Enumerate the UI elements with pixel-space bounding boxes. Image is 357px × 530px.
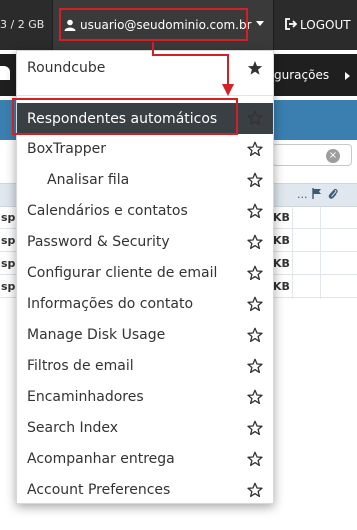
column-options-dots[interactable]: ... — [297, 188, 308, 201]
user-silhouette-icon — [0, 66, 10, 80]
settings-link[interactable]: gurações — [274, 54, 329, 96]
user-menu-highlight-box — [59, 8, 248, 41]
menu-item-track-delivery[interactable]: Acompanhar entrega — [17, 443, 273, 474]
clear-search-icon[interactable]: × — [326, 149, 340, 163]
star-outline-icon[interactable] — [247, 296, 263, 312]
menu-item-email-filters[interactable]: Filtros de email — [17, 350, 273, 381]
menu-item-email-client-config[interactable]: Configurar cliente de email — [17, 257, 273, 288]
logout-button[interactable]: LOGOUT — [275, 0, 357, 50]
star-outline-icon[interactable] — [247, 234, 263, 250]
menu-item-calendars-contacts[interactable]: Calendários e contatos — [17, 195, 273, 226]
menu-item-search-index[interactable]: Search Index — [17, 412, 273, 443]
star-outline-icon[interactable] — [247, 203, 263, 219]
star-outline-icon[interactable] — [247, 451, 263, 467]
logout-label: LOGOUT — [300, 18, 351, 32]
active-item-highlight-box — [12, 98, 238, 135]
disk-quota-text: 3 / 2 GB — [0, 18, 45, 31]
menu-item-manage-disk-usage[interactable]: Manage Disk Usage — [17, 319, 273, 350]
chevron-right-icon[interactable] — [345, 72, 350, 80]
menu-item-password-security[interactable]: Password & Security — [17, 226, 273, 257]
menu-item-analyze-queue[interactable]: Analisar fila — [17, 164, 273, 195]
star-outline-icon[interactable] — [247, 358, 263, 374]
menu-item-boxtrapper[interactable]: BoxTrapper — [17, 133, 273, 164]
search-input[interactable] — [272, 144, 352, 166]
star-filled-icon[interactable] — [247, 60, 263, 76]
menu-item-contact-info[interactable]: Informações do contato — [17, 288, 273, 319]
star-outline-icon[interactable] — [247, 141, 263, 157]
star-outline-icon[interactable] — [247, 172, 263, 188]
star-outline-icon[interactable] — [247, 110, 263, 126]
attachment-icon[interactable] — [328, 188, 338, 203]
menu-item-forwarders[interactable]: Encaminhadores — [17, 381, 273, 412]
menu-item-roundcube[interactable]: Roundcube — [17, 52, 273, 83]
menu-item-account-preferences[interactable]: Account Preferences — [17, 474, 273, 505]
star-outline-icon[interactable] — [247, 389, 263, 405]
star-outline-icon[interactable] — [247, 327, 263, 343]
star-outline-icon[interactable] — [247, 265, 263, 281]
star-outline-icon[interactable] — [247, 420, 263, 436]
star-outline-icon[interactable] — [247, 482, 263, 498]
logout-icon — [285, 17, 298, 33]
menu-divider — [17, 95, 273, 96]
flag-icon[interactable] — [312, 188, 322, 202]
chevron-down-icon[interactable] — [256, 21, 264, 26]
